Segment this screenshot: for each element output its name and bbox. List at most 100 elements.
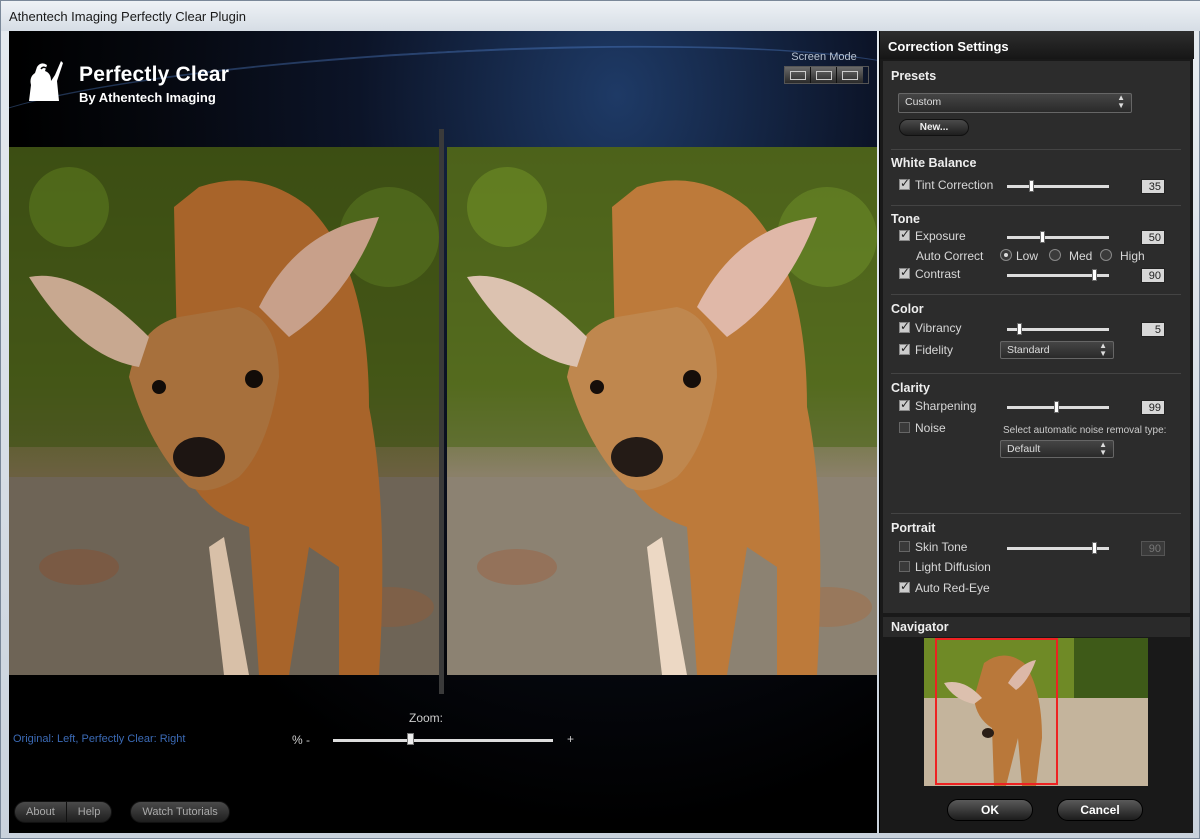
navigator-view-rect[interactable]: [935, 638, 1058, 785]
zoom-slider-thumb[interactable]: [407, 733, 414, 745]
noise-select-value: Default: [1007, 443, 1041, 455]
exposure-slider[interactable]: [1007, 231, 1109, 243]
sharpening-thumb[interactable]: [1054, 401, 1059, 413]
navigator-title: Navigator: [891, 620, 949, 634]
select-arrows-icon: ▲ ▼: [1117, 93, 1125, 110]
exposure-value[interactable]: 50: [1141, 230, 1165, 245]
correction-panel: Correction Settings Presets Custom ▲ ▼ Ne…: [879, 31, 1194, 833]
sharpening-value[interactable]: 99: [1141, 400, 1165, 415]
auto-correct-low-radio[interactable]: [1000, 249, 1012, 261]
noise-label: Noise: [915, 421, 946, 435]
cancel-button[interactable]: Cancel: [1057, 799, 1143, 821]
zoom-out-button[interactable]: % -: [292, 733, 310, 747]
tint-thumb[interactable]: [1029, 180, 1034, 192]
vibrancy-slider[interactable]: [1007, 323, 1109, 335]
original-photo[interactable]: [9, 147, 439, 675]
auto-correct-med-label: Med: [1069, 249, 1093, 263]
clarity-title: Clarity: [891, 381, 930, 395]
window-title: Athentech Imaging Perfectly Clear Plugin: [9, 9, 247, 24]
vibrancy-checkbox[interactable]: [899, 319, 910, 333]
contrast-label: Contrast: [915, 267, 961, 281]
contrast-thumb[interactable]: [1092, 269, 1097, 281]
vibrancy-label: Vibrancy: [915, 321, 962, 335]
brand-logo: Perfectly Clear By Athentech Imaging: [21, 57, 281, 117]
noise-checkbox[interactable]: [899, 422, 910, 433]
noise-select[interactable]: Default ▲ ▼: [1000, 440, 1114, 458]
help-button[interactable]: Help: [67, 806, 112, 818]
sharpening-checkbox[interactable]: [899, 397, 910, 411]
light-diffusion-label: Light Diffusion: [915, 560, 991, 574]
brand-subtitle: By Athentech Imaging: [79, 90, 216, 105]
presets-select[interactable]: Custom ▲ ▼: [898, 93, 1132, 113]
light-diffusion-checkbox[interactable]: [899, 561, 910, 572]
fidelity-select[interactable]: Standard ▲ ▼: [1000, 341, 1114, 359]
auto-correct-high-label: High: [1120, 249, 1145, 263]
exposure-label: Exposure: [915, 229, 966, 243]
tone-title: Tone: [891, 212, 920, 226]
contrast-checkbox[interactable]: [899, 265, 910, 279]
panel-header: Correction Settings: [880, 31, 1194, 59]
auto-red-eye-checkbox[interactable]: [899, 579, 910, 593]
screen-mode-label: Screen Mode: [791, 51, 857, 63]
contrast-value[interactable]: 90: [1141, 268, 1165, 283]
screen-mode-single-button[interactable]: [785, 67, 811, 83]
settings-area: Presets Custom ▲▼ New... White Balance T…: [883, 61, 1190, 613]
title-bar: Athentech Imaging Perfectly Clear Plugin: [1, 1, 1200, 31]
vibrancy-thumb[interactable]: [1017, 323, 1022, 335]
tint-value[interactable]: 35: [1141, 179, 1165, 194]
auto-correct-low-label: Low: [1016, 249, 1039, 263]
skin-tone-label: Skin Tone: [915, 540, 968, 554]
auto-correct-med-radio[interactable]: [1049, 249, 1061, 261]
vibrancy-value[interactable]: 5: [1141, 322, 1165, 337]
navigator-header: Navigator: [883, 617, 1190, 637]
skin-tone-thumb[interactable]: [1092, 542, 1097, 554]
tint-checkbox[interactable]: [899, 176, 910, 190]
skin-tone-value[interactable]: 90: [1141, 541, 1165, 556]
tint-label: Tint Correction: [915, 178, 994, 192]
white-balance-title: White Balance: [891, 156, 977, 170]
zoom-label: Zoom:: [409, 711, 444, 725]
watch-tutorials-label: Watch Tutorials: [142, 806, 218, 818]
presets-select-value: Custom: [905, 96, 942, 108]
exposure-checkbox[interactable]: [899, 227, 910, 241]
portrait-title: Portrait: [891, 521, 936, 535]
brand-name: Perfectly Clear: [79, 63, 230, 86]
about-button[interactable]: About: [15, 806, 66, 818]
sharpening-label: Sharpening: [915, 399, 977, 413]
corrected-photo[interactable]: [447, 147, 877, 675]
skin-tone-slider[interactable]: [1007, 542, 1109, 554]
fidelity-label: Fidelity: [915, 343, 954, 357]
exposure-thumb[interactable]: [1040, 231, 1045, 243]
noise-hint: Select automatic noise removal type:: [1003, 425, 1167, 436]
screen-mode: Screen Mode: [779, 51, 869, 84]
about-help-group: About Help: [14, 801, 113, 823]
select-arrows-icon: ▲ ▼: [1099, 341, 1107, 358]
auto-red-eye-label: Auto Red-Eye: [915, 581, 990, 595]
screen-mode-split-button[interactable]: [811, 67, 837, 83]
skin-tone-checkbox[interactable]: [899, 541, 910, 552]
fidelity-select-value: Standard: [1007, 344, 1050, 356]
tint-slider[interactable]: [1007, 180, 1109, 192]
plugin-window: Athentech Imaging Perfectly Clear Plugin…: [0, 0, 1200, 839]
sharpening-slider[interactable]: [1007, 401, 1109, 413]
new-preset-button[interactable]: New...: [899, 119, 969, 136]
color-title: Color: [891, 302, 924, 316]
zoom-in-button[interactable]: +: [567, 732, 574, 746]
panel-title: Correction Settings: [888, 39, 1009, 54]
auto-correct-high-radio[interactable]: [1100, 249, 1112, 261]
presets-title: Presets: [891, 69, 937, 83]
select-arrows-icon: ▲ ▼: [1099, 440, 1107, 457]
preview-area: Perfectly Clear By Athentech Imaging Scr…: [9, 31, 877, 833]
new-preset-label: New...: [919, 122, 949, 133]
watch-tutorials-button[interactable]: Watch Tutorials: [130, 801, 230, 823]
fidelity-checkbox[interactable]: [899, 341, 910, 355]
compare-splitter[interactable]: [439, 129, 444, 694]
screen-mode-stacked-button[interactable]: [837, 67, 863, 83]
zoom-slider[interactable]: [333, 739, 553, 742]
navigator-thumbnail[interactable]: [924, 638, 1148, 786]
brand-mark-icon: [29, 61, 63, 101]
ok-button[interactable]: OK: [947, 799, 1033, 821]
contrast-slider[interactable]: [1007, 269, 1109, 281]
compare-label: Original: Left, Perfectly Clear: Right: [13, 733, 186, 745]
auto-correct-label: Auto Correct: [916, 249, 984, 263]
